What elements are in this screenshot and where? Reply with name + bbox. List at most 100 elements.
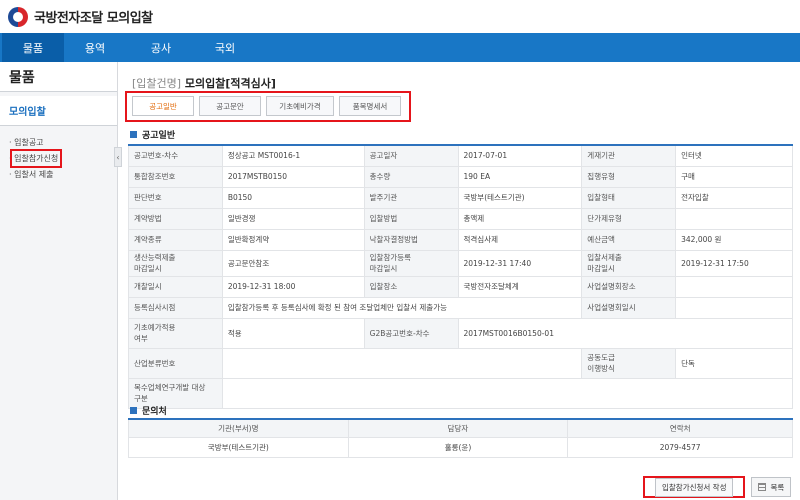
tab-general[interactable]: 공고일반 — [132, 96, 194, 116]
label-cell: 예산금액 — [581, 228, 677, 251]
label-cell: 입찰방법 — [363, 207, 459, 230]
section-contact-title: 문의처 — [130, 404, 167, 417]
label-cell: 사업설명회일시 — [581, 296, 677, 319]
page-crumb: [입찰건명] — [132, 77, 182, 90]
value-cell: 2017-07-01 — [457, 144, 583, 167]
value-cell: 2019-12-31 18:00 — [221, 275, 365, 298]
sidebar-section-mock-bid[interactable]: 모의입찰 — [0, 96, 117, 126]
sidebar-item-label: 입찰공고 — [14, 137, 44, 147]
section-general-title: 공고일반 — [130, 128, 175, 141]
label-cell: 통합참조번호 — [128, 165, 223, 188]
label-cell: 계약종류 — [128, 228, 223, 251]
label-cell: 발주기관 — [363, 186, 459, 209]
value-cell: 총액제 — [457, 207, 583, 230]
nav-item-overseas[interactable]: 국외 — [194, 33, 256, 62]
label-cell: 개찰일시 — [128, 275, 223, 298]
label-cell: 공고일자 — [363, 144, 459, 167]
sidebar-item-bid-submit[interactable]: · 입찰서 제출 — [0, 166, 117, 182]
table-row: 기초예가적용 여부 적용 G2B공고번호-차수 2017MST0016B0150-… — [128, 317, 793, 349]
table-row: 판단번호 B0150 발주기관 국방부(테스트기관) 입찰형태 전자입찰 — [128, 186, 793, 209]
table-row: 통합참조번호 2017MSTB0150 총수량 190 EA 집행유형 구매 — [128, 165, 793, 188]
label-cell: 게재기관 — [581, 144, 677, 167]
nav-item-goods[interactable]: 물품 — [2, 33, 64, 62]
value-cell: 2019-12-31 17:50 — [675, 249, 793, 277]
contact-person: 홀롱(윤) — [347, 436, 569, 458]
value-cell: 일반경쟁 — [221, 207, 365, 230]
nav-item-services[interactable]: 용역 — [64, 33, 126, 62]
column-header: 기관(부서)명 — [128, 418, 349, 438]
sidebar-item-label: 입찰참가신청 — [10, 148, 63, 168]
button-label: 목록 — [770, 482, 785, 492]
label-cell: 기초예가적용 여부 — [128, 317, 223, 349]
label-cell: 공고번호-차수 — [128, 144, 223, 167]
label-cell: 총수량 — [363, 165, 459, 188]
value-cell: 입찰참가등록 후 등록심사에 확정 된 참여 조달업체만 입찰서 제출가능 — [221, 296, 583, 319]
value-cell — [221, 377, 794, 409]
value-cell: 전자입찰 — [675, 186, 793, 209]
value-cell: 342,000 원 — [675, 228, 793, 251]
label-cell: 입찰형태 — [581, 186, 677, 209]
table-row: 산업분류번호 공동도급 이행방식 단독 — [128, 347, 793, 379]
value-cell: 적용 — [221, 317, 365, 349]
label-cell: 입찰서제출 마감일시 — [581, 249, 677, 277]
value-cell: 국방전자조달체계 — [457, 275, 583, 298]
value-cell: 190 EA — [457, 165, 583, 188]
site-title[interactable]: 국방전자조달 모의입찰 — [34, 7, 153, 26]
label-cell: 집행유형 — [581, 165, 677, 188]
top-header: 국방전자조달 모의입찰 — [0, 0, 800, 33]
sidebar-title: 물품 — [0, 62, 117, 92]
sidebar-item-bid-notice[interactable]: · 입찰공고 — [0, 134, 117, 150]
notice-info-table: 공고번호-차수 정상공고 MST0016-1 공고일자 2017-07-01 게재기… — [128, 144, 794, 409]
value-cell: 2017MSTB0150 — [221, 165, 365, 188]
sidebar-collapse-toggle[interactable]: ‹ — [114, 147, 122, 167]
value-cell — [675, 207, 793, 230]
table-row: 국방부(테스트기관) 홀롱(윤) 2079-4577 — [128, 436, 793, 458]
sidebar-item-bid-application[interactable]: · 입찰참가신청 — [0, 148, 117, 168]
section-label: 공고일반 — [142, 131, 176, 141]
sidebar: 물품 모의입찰 · 입찰공고 · 입찰참가신청 · 입찰서 제출 — [0, 62, 118, 500]
value-cell: 적격심사제 — [457, 228, 583, 251]
list-icon — [758, 483, 767, 491]
label-cell: 단가제유형 — [581, 207, 677, 230]
value-cell: 단독 — [675, 347, 793, 379]
table-header-row: 기관(부서)명 담당자 연락처 — [128, 418, 793, 438]
value-cell: 공고문안참조 — [221, 249, 365, 277]
list-button[interactable]: 목록 — [751, 477, 792, 497]
sidebar-menu: · 입찰공고 · 입찰참가신청 · 입찰서 제출 — [0, 134, 117, 182]
nav-item-construction[interactable]: 공사 — [130, 33, 192, 62]
page-heading: [입찰건명] 모의입찰[적격심사] — [132, 75, 276, 91]
label-cell: 사업설명회장소 — [581, 275, 677, 298]
table-row: 공고번호-차수 정상공고 MST0016-1 공고일자 2017-07-01 게재기… — [128, 144, 793, 167]
button-label: 입찰참가신청서 작성 — [655, 477, 734, 497]
tab-base-price[interactable]: 기초예비가격 — [266, 96, 334, 116]
value-cell: 2019-12-31 17:40 — [457, 249, 583, 277]
table-row: 등록심사시점 입찰참가등록 후 등록심사에 확정 된 참여 조달업체만 입찰서 … — [128, 296, 793, 319]
table-row: 복수업체연구개발 대상 구분 — [128, 377, 794, 409]
value-cell: 2017MST0016B0150-01 — [457, 317, 793, 349]
label-cell: 입찰장소 — [363, 275, 459, 298]
label-cell: 산업분류번호 — [128, 347, 223, 379]
government-emblem-icon — [8, 6, 28, 27]
sidebar-item-label: 입찰서 제출 — [14, 169, 54, 179]
contact-table: 기관(부서)명 담당자 연락처 국방부(테스트기관) 홀롱(윤) 2079-45… — [128, 418, 793, 458]
section-marker-icon — [130, 131, 137, 138]
value-cell: 국방부(테스트기관) — [457, 186, 583, 209]
value-cell: 구매 — [675, 165, 793, 188]
label-cell: 공동도급 이행방식 — [581, 347, 677, 379]
tab-bar: 공고일반 공고문안 기초예비가격 품목명세서 — [125, 91, 411, 122]
table-row: 생산능력제출 마감일시 공고문안참조 입찰참가등록 마감일시 2019-12-31 … — [128, 249, 793, 277]
value-cell: 정상공고 MST0016-1 — [221, 144, 365, 167]
tab-notice-text[interactable]: 공고문안 — [199, 96, 261, 116]
label-cell: 낙찰자결정방법 — [363, 228, 459, 251]
action-bar: 입찰참가신청서 작성 목록 — [643, 476, 792, 498]
label-cell: 입찰참가등록 마감일시 — [363, 249, 459, 277]
value-cell — [675, 296, 793, 319]
page-title: 모의입찰[적격심사] — [184, 77, 276, 90]
section-marker-icon — [130, 407, 137, 414]
write-application-button[interactable]: 입찰참가신청서 작성 — [643, 476, 746, 498]
tab-item-spec[interactable]: 품목명세서 — [339, 96, 401, 116]
label-cell: G2B공고번호-차수 — [363, 317, 459, 349]
chevron-left-icon: ‹ — [116, 152, 120, 162]
column-header: 연락처 — [567, 418, 793, 438]
value-cell: B0150 — [221, 186, 365, 209]
